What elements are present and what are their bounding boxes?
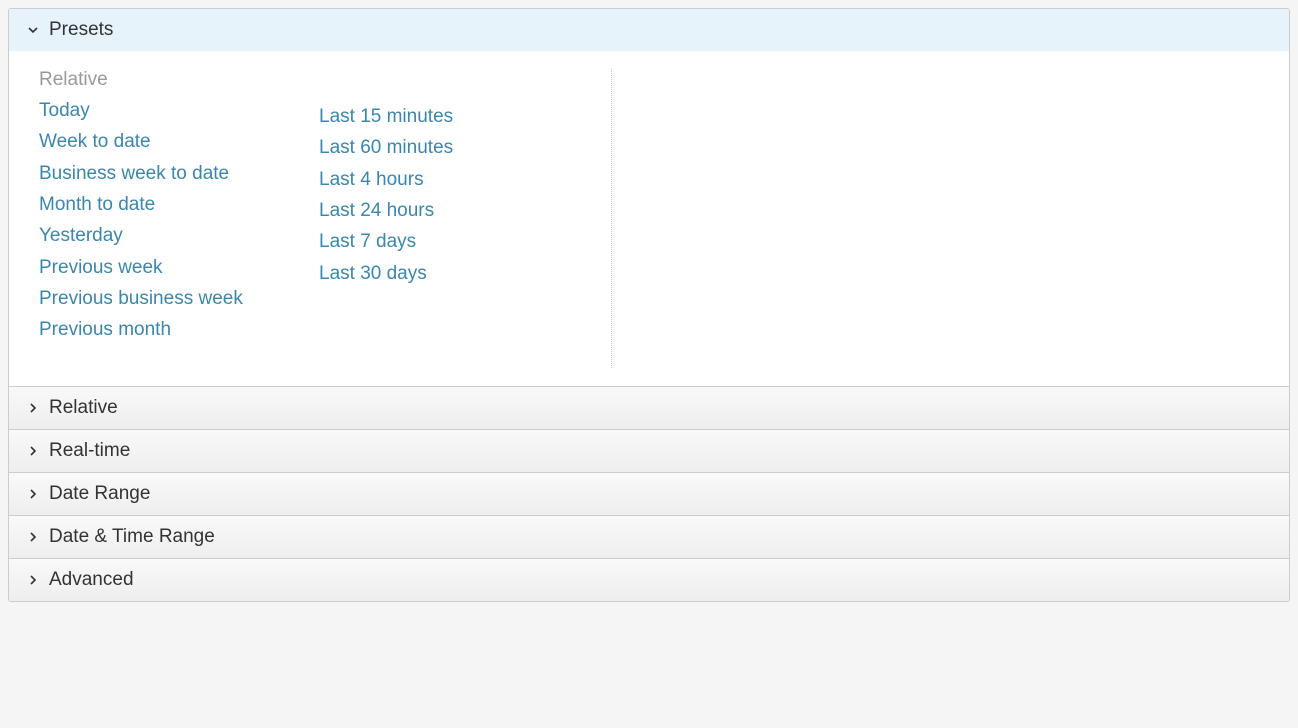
chevron-down-icon xyxy=(25,22,41,38)
preset-previous-month[interactable]: Previous month xyxy=(39,314,171,345)
preset-today[interactable]: Today xyxy=(39,95,90,126)
presets-section-body: Relative Today Week to date Business wee… xyxy=(9,51,1289,386)
advanced-section-title: Advanced xyxy=(49,569,134,591)
advanced-section-header[interactable]: Advanced xyxy=(9,558,1289,601)
presets-column-2: Last 15 minutes Last 60 minutes Last 4 h… xyxy=(319,69,599,346)
preset-previous-week[interactable]: Previous week xyxy=(39,252,163,283)
presets-column-1: Relative Today Week to date Business wee… xyxy=(39,69,319,346)
datetimerange-section-header[interactable]: Date & Time Range xyxy=(9,515,1289,558)
chevron-right-icon xyxy=(25,443,41,459)
datetimerange-section-title: Date & Time Range xyxy=(49,526,215,548)
chevron-right-icon xyxy=(25,486,41,502)
presets-group-label: Relative xyxy=(39,69,319,91)
preset-previous-business-week[interactable]: Previous business week xyxy=(39,283,243,314)
realtime-section-title: Real-time xyxy=(49,440,130,462)
relative-section-header[interactable]: Relative xyxy=(9,386,1289,429)
realtime-section-header[interactable]: Real-time xyxy=(9,429,1289,472)
preset-last-60-minutes[interactable]: Last 60 minutes xyxy=(319,132,453,163)
chevron-right-icon xyxy=(25,400,41,416)
preset-last-24-hours[interactable]: Last 24 hours xyxy=(319,195,434,226)
chevron-right-icon xyxy=(25,529,41,545)
presets-section-header[interactable]: Presets xyxy=(9,9,1289,51)
preset-last-4-hours[interactable]: Last 4 hours xyxy=(319,164,424,195)
chevron-right-icon xyxy=(25,572,41,588)
daterange-section-header[interactable]: Date Range xyxy=(9,472,1289,515)
daterange-section-title: Date Range xyxy=(49,483,150,505)
preset-business-week-to-date[interactable]: Business week to date xyxy=(39,158,229,189)
preset-yesterday[interactable]: Yesterday xyxy=(39,220,123,251)
relative-section-title: Relative xyxy=(49,397,118,419)
preset-last-30-days[interactable]: Last 30 days xyxy=(319,258,427,289)
preset-month-to-date[interactable]: Month to date xyxy=(39,189,155,220)
preset-last-15-minutes[interactable]: Last 15 minutes xyxy=(319,101,453,132)
presets-section-title: Presets xyxy=(49,19,113,41)
time-range-picker-panel: Presets Relative Today Week to date Busi… xyxy=(8,8,1290,602)
preset-last-7-days[interactable]: Last 7 days xyxy=(319,226,416,257)
preset-week-to-date[interactable]: Week to date xyxy=(39,126,151,157)
